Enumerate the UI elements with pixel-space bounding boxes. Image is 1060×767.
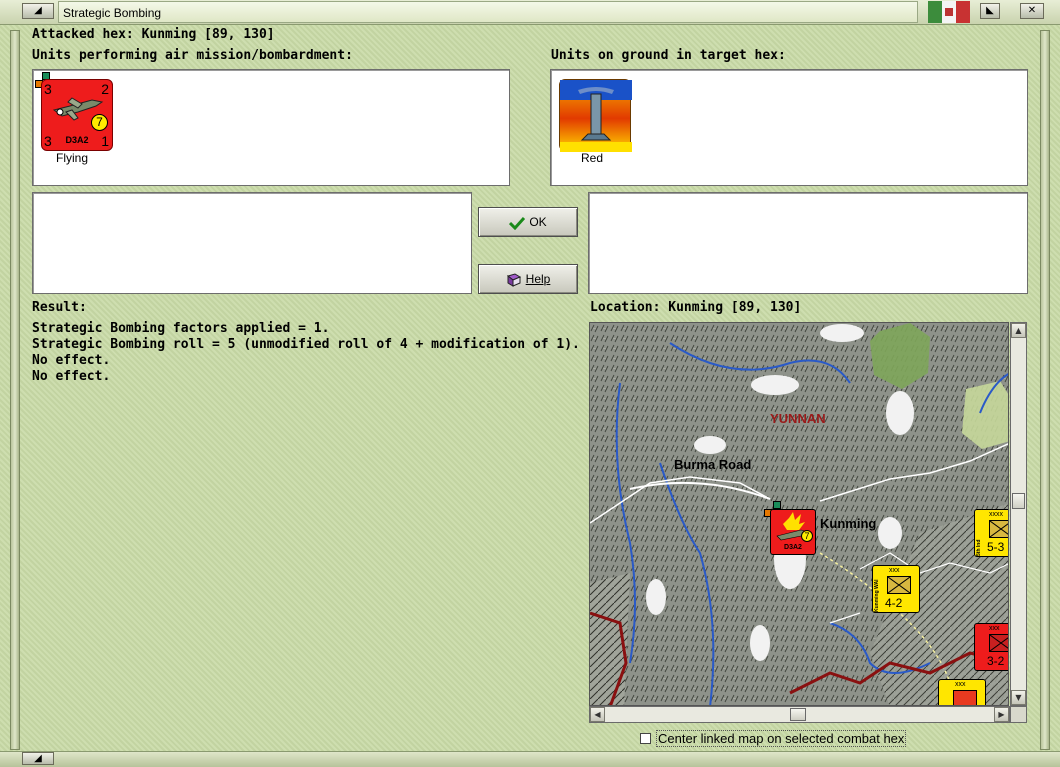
air-units-label: Units performing air mission/bombardment… bbox=[32, 48, 353, 63]
dialog-window: ◢ Strategic Bombing ◣ ✕ Attacked hex: Ku… bbox=[0, 0, 1060, 767]
counter-top-left: 3 bbox=[44, 81, 52, 97]
title-bar: ◢ Strategic Bombing ◣ ✕ bbox=[0, 0, 1060, 25]
unit-symbol-icon bbox=[989, 634, 1008, 652]
ok-button[interactable]: OK bbox=[478, 207, 578, 237]
minimize-button[interactable]: ◣ bbox=[980, 3, 1000, 19]
map-unit-counter[interactable]: xxxx 5th Ind 5-3 bbox=[974, 509, 1008, 557]
air-unit-counter[interactable]: 3 2 7 3 D3A2 1 bbox=[41, 79, 113, 151]
status-bar: ◢ bbox=[0, 751, 1060, 767]
scroll-thumb[interactable] bbox=[790, 708, 806, 721]
attacked-hex-label: Attacked hex: Kunming [89, 130] bbox=[32, 27, 275, 42]
map-air-unit-counter[interactable]: 7 D3A2 bbox=[770, 509, 816, 555]
map-unit-counter[interactable]: xxx bbox=[938, 679, 986, 705]
map-unit-counter[interactable]: xxx 3-2 bbox=[974, 623, 1008, 671]
location-label: Location: Kunming [89, 130] bbox=[590, 300, 802, 315]
help-button[interactable]: Help bbox=[478, 264, 578, 294]
result-line: Strategic Bombing factors applied = 1. bbox=[32, 321, 330, 336]
map-horizontal-scrollbar[interactable]: ◀ ▶ bbox=[589, 706, 1010, 723]
counter-strength: 5-3 bbox=[987, 540, 1005, 554]
resize-grip-icon[interactable]: ◢ bbox=[22, 752, 54, 765]
result-line: No effect. bbox=[32, 369, 111, 384]
result-label: Result: bbox=[32, 300, 87, 315]
counter-size: xxx bbox=[955, 681, 966, 688]
center-map-checkbox[interactable] bbox=[640, 733, 651, 744]
map-city-label: Kunming bbox=[820, 516, 877, 531]
scroll-corner bbox=[1010, 706, 1027, 723]
counter-bottom-right: 1 bbox=[101, 133, 109, 149]
air-units-panel: 3 2 7 3 D3A2 1 Flying bbox=[32, 69, 510, 186]
ground-unit-counter[interactable] bbox=[559, 79, 632, 152]
left-frame-bar bbox=[10, 30, 20, 750]
counter-circle-value: 7 bbox=[91, 114, 108, 131]
map-road-label: Burma Road bbox=[674, 457, 752, 472]
italy-flag-icon bbox=[928, 1, 970, 23]
checkmark-icon bbox=[509, 216, 526, 230]
ground-units-label: Units on ground in target hex: bbox=[551, 48, 786, 63]
unit-symbol-icon bbox=[953, 690, 977, 705]
scroll-up-icon[interactable]: ▲ bbox=[1011, 323, 1026, 338]
center-map-checkbox-label[interactable]: Center linked map on selected combat hex bbox=[656, 730, 907, 747]
scroll-thumb[interactable] bbox=[1012, 493, 1025, 509]
map-unit-counter[interactable]: xxx Kunming WAI 4-2 bbox=[872, 565, 920, 613]
counter-strength: 4-2 bbox=[885, 596, 903, 610]
attacker-detail-panel bbox=[32, 192, 472, 294]
scroll-left-icon[interactable]: ◀ bbox=[590, 707, 605, 722]
counter-strength: 3-2 bbox=[987, 654, 1005, 668]
result-line: Strategic Bombing roll = 5 (unmodified r… bbox=[32, 337, 580, 352]
result-text: Strategic Bombing factors applied = 1. S… bbox=[32, 321, 580, 385]
ok-button-label: OK bbox=[529, 215, 547, 229]
ground-unit-caption: Red bbox=[581, 151, 604, 165]
counter-size: xxxx bbox=[989, 511, 1003, 518]
unit-symbol-icon bbox=[989, 520, 1008, 538]
map-counter-code: D3A2 bbox=[784, 544, 802, 551]
status-marker-icon bbox=[773, 501, 781, 509]
right-frame-bar bbox=[1040, 30, 1050, 750]
counter-size: xxx bbox=[889, 567, 900, 574]
counter-unit-name: Kunming WAI bbox=[874, 579, 880, 613]
scroll-down-icon[interactable]: ▼ bbox=[1011, 690, 1026, 705]
help-book-icon bbox=[506, 273, 521, 287]
ground-units-panel: Red bbox=[550, 69, 1028, 186]
scroll-right-icon[interactable]: ▶ bbox=[994, 707, 1009, 722]
defender-detail-panel bbox=[588, 192, 1028, 294]
system-menu-button[interactable]: ◢ bbox=[22, 3, 54, 19]
counter-size: xxx bbox=[989, 625, 1000, 632]
help-button-label: Help bbox=[525, 272, 551, 286]
map-vertical-scrollbar[interactable]: ▲ ▼ bbox=[1010, 322, 1027, 706]
factory-icon bbox=[560, 80, 632, 152]
close-button[interactable]: ✕ bbox=[1020, 3, 1044, 19]
air-unit-caption: Flying bbox=[56, 151, 89, 165]
location-map[interactable]: YUNNAN Burma Road Kunming 7 D3A2 xxx Kun… bbox=[589, 322, 1009, 706]
counter-unit-name: 5th Ind bbox=[976, 539, 982, 556]
result-line: No effect. bbox=[32, 353, 111, 368]
map-counter-circle: 7 bbox=[801, 530, 813, 542]
map-region-label: YUNNAN bbox=[770, 411, 826, 426]
unit-symbol-icon bbox=[887, 576, 911, 594]
window-title: Strategic Bombing bbox=[58, 1, 918, 23]
